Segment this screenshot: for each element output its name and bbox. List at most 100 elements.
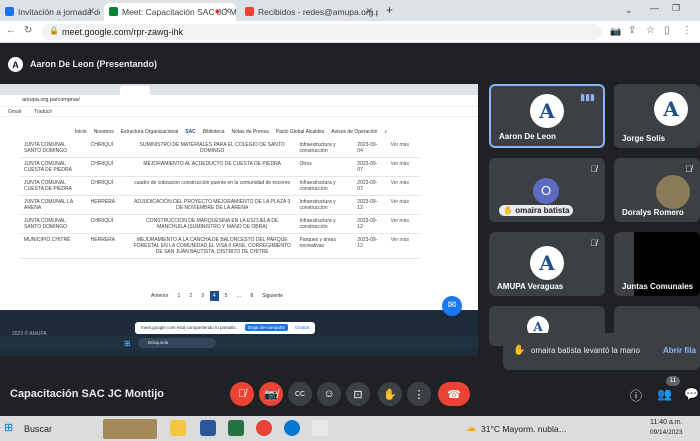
inner-active-tab (120, 86, 150, 95)
share-notice: meet.google.com está compartiendo tu pan… (135, 322, 315, 334)
table-cell-date: 2023-09-07 (353, 157, 387, 177)
lock-icon: 🔒 (49, 26, 59, 35)
mic-off-icon: 🎙̸ (685, 164, 692, 174)
participant-tile-omaira[interactable]: O 🎙̸ ✋ omaira batista (489, 158, 605, 222)
avatar: O (533, 178, 559, 204)
taskbar-image (103, 419, 157, 439)
url-input[interactable]: 🔒 meet.google.com/rpr-zawg-ihk (42, 24, 602, 40)
windows-icon[interactable]: ⊞ (4, 421, 13, 434)
table-row: JUNTA COMUNAL SANTO DOMINGO CHIRIQUÍ CONST… (20, 214, 420, 234)
info-icon[interactable]: ⓘ (630, 387, 642, 404)
mic-off-button[interactable]: 🎙̸ (230, 382, 254, 406)
table-row: MUNICIPIO CHITRÉ HERRERA MEJORAMIENTO A LA… (20, 233, 420, 259)
table-cell-entity: JUNTA COMUNAL LA ARENA (20, 195, 87, 215)
close-icon[interactable]: ✕ (365, 6, 373, 17)
windows-taskbar: ⊞ Buscar ☁ 31°C Mayorm. nubla… 11:40 a.m… (0, 416, 700, 441)
shared-screen[interactable]: amupa.org.pa/compras/ Gmail Traducir Ini… (0, 84, 478, 356)
table-cell-date: 2023-09-07 (353, 176, 387, 196)
camera-off-button[interactable]: 📷̸ (259, 382, 283, 406)
mic-off-icon: 🎙̸ (590, 164, 597, 174)
emoji-button[interactable]: ☺ (317, 382, 341, 406)
meeting-title: Capacitación SAC JC Montijo (10, 388, 165, 400)
present-button[interactable]: ⊡ (346, 382, 370, 406)
avatar (656, 175, 690, 209)
maximize-icon[interactable]: ❐ (672, 3, 680, 14)
table-cell-cat: Infraestructura y construcción (295, 139, 354, 158)
leave-call-button[interactable]: ☎ (438, 382, 470, 406)
inner-search: Búsqueda (138, 338, 216, 348)
table-cell-entity: JUNTA COMUNAL CUESTA DE PIEDRA (20, 157, 87, 177)
raise-hand-button[interactable]: ✋ (378, 382, 402, 406)
people-count-badge: 11 (666, 376, 680, 386)
inner-address-bar: amupa.org.pa/compras/ (0, 95, 478, 107)
stop-share-button[interactable]: Dejar de compartir (245, 324, 289, 331)
file-explorer-icon[interactable] (170, 420, 186, 436)
table-cell-desc: SUMINISTRO DE MATERIALES PARA EL COLEGIO… (128, 139, 296, 158)
amupa-logo: A (654, 92, 688, 126)
table-cell-entity: JUNTA COMUNAL CUESTA DE PIEDRA (20, 176, 87, 196)
close-icon[interactable]: ✕ (87, 6, 95, 17)
participant-tile-amupa-veraguas[interactable]: A 🎙̸ AMUPA Veraguas (489, 232, 605, 296)
chat-icon[interactable]: 💬 (684, 387, 699, 401)
table-cell-btn[interactable]: Ver más (386, 233, 420, 259)
captions-button[interactable]: CC (288, 382, 312, 406)
reload-icon[interactable]: ↻ (24, 25, 32, 36)
table-cell-desc: cuadro de cotizacion construcción puente… (128, 176, 296, 196)
app-icon[interactable] (312, 420, 328, 436)
weather-icon: ☁ (466, 423, 476, 434)
table-cell-btn[interactable]: Ver más (386, 157, 420, 177)
table-cell-btn[interactable]: Ver más (386, 176, 420, 196)
amupa-logo: A (530, 94, 564, 128)
table-row: JUNTA COMUNAL CUESTA DE PIEDRA CHIRIQUÍ ME… (20, 157, 420, 177)
more-options-button[interactable]: ⋮ (407, 382, 431, 406)
participant-tile-aaron[interactable]: A ▮▮▮ Aaron De Leon (489, 84, 605, 148)
table-cell-province: CHIRIQUÍ (86, 157, 129, 177)
camera-icon[interactable]: 📷 (610, 26, 621, 37)
tab-inbox[interactable]: Recibidos - redes@amupa.org.pa ✕ (240, 3, 378, 21)
star-icon[interactable]: ☆ (646, 25, 655, 36)
sidebar-icon[interactable]: ▯ (664, 25, 670, 36)
recording-icon: ● (214, 6, 220, 16)
menu-icon[interactable]: ⋮ (682, 25, 692, 36)
table-cell-btn[interactable]: Ver más (386, 195, 420, 215)
table-cell-cat: Infraestructura y construcción (295, 176, 354, 196)
tab-invitation[interactable]: Invitación a jornada de AMUPA ✕ (0, 3, 100, 21)
chrome-icon[interactable] (256, 420, 272, 436)
calendar-icon (5, 7, 14, 16)
table-cell-btn[interactable]: Ver más (386, 214, 420, 234)
table-cell-cat: Infraestructura y construcción (295, 214, 354, 234)
close-icon[interactable]: ✕ (223, 6, 231, 17)
table-cell-desc: MEJORAMIENTO A LA CANCHA DE BALONCESTO D… (128, 233, 296, 259)
edge-icon[interactable] (284, 420, 300, 436)
participant-tile-doralys[interactable]: 🎙̸ Doralys Romero (614, 158, 700, 222)
inner-site-nav: Inicio Nosotros Estructura Organizaciona… (75, 129, 387, 139)
inner-taskbar: ⊞ Búsqueda (0, 336, 478, 350)
participant-tile-juntas-comunales[interactable]: Juntas Comunales (614, 232, 700, 296)
chevron-down-icon[interactable]: ⌄ (625, 5, 633, 16)
word-icon[interactable] (200, 420, 216, 436)
excel-icon[interactable] (228, 420, 244, 436)
table-cell-entity: JUNTA COMUNAL SANTO DOMINGO (20, 139, 87, 158)
pagination: Anterior 1 2 3 4 5 … 8 Siguiente (151, 291, 284, 301)
gmail-icon (245, 7, 254, 16)
people-icon[interactable]: 👥 (657, 387, 672, 401)
participant-tile-jorge[interactable]: A Jorge Solís (614, 84, 700, 148)
amupa-logo: A (530, 246, 564, 280)
table-cell-desc: CONSTRUCCION DE MARQUESINA EN LA ESCUELA… (128, 214, 296, 234)
table-cell-date: 2023-09-04 (353, 139, 387, 158)
minimize-icon[interactable]: — (650, 3, 659, 13)
messenger-icon[interactable]: ✉ (442, 296, 462, 316)
hide-button[interactable]: Ocultar (295, 325, 310, 330)
table-cell-entity: JUNTA COMUNAL SANTO DOMINGO (20, 214, 87, 234)
table-cell-date: 2023-09-12 (353, 214, 387, 234)
table-row: JUNTA COMUNAL CUESTA DE PIEDRA CHIRIQUÍ cu… (20, 176, 420, 196)
search-input[interactable]: Buscar (24, 424, 52, 434)
table-cell-btn[interactable]: Ver más (386, 139, 420, 158)
back-icon[interactable]: ← (6, 25, 16, 36)
new-tab-button[interactable]: + (386, 3, 393, 17)
share-icon[interactable]: ⇪ (628, 25, 636, 36)
inner-footer: 2023 © AMUPA meet.google.com está compar… (0, 296, 478, 356)
view-queue-button[interactable]: Abrir fila (663, 346, 696, 355)
tab-meet[interactable]: Meet: Capacitación SAC JC Mo ● ✕ (104, 3, 236, 21)
speaking-icon: ▮▮▮ (580, 92, 595, 102)
